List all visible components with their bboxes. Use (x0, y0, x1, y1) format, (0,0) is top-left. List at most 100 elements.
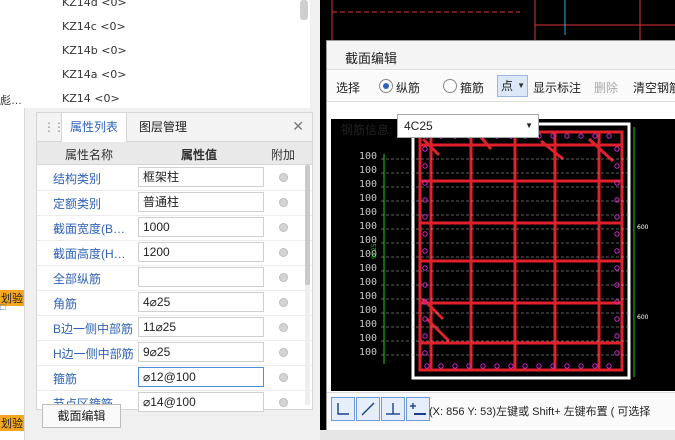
property-row[interactable]: B边一侧中部筋 11⌀25 (37, 315, 312, 341)
add-point-tool-icon[interactable] (406, 397, 430, 421)
stirrup-label: 箍筋 (460, 81, 485, 95)
dialog-toolbar: 选择 纵筋 箍筋 点▼ 显示标注 删除 清空钢筋 (327, 71, 675, 102)
right-dimension-top: 600 (637, 224, 649, 231)
property-row[interactable]: 截面高度(H… 1200 (37, 240, 312, 266)
left-fragment-text: 彪… (0, 95, 22, 107)
col-header-extra: 附加 (271, 148, 296, 162)
property-value-field[interactable]: 1000 (138, 217, 264, 237)
chevron-down-icon: ▼ (517, 81, 525, 90)
scroll-thumb[interactable] (305, 165, 310, 285)
coordinate-hint: (X: 856 Y: 53)左键或 Shift+ 左键布置 ( 可选择 (429, 406, 651, 418)
property-name: 全部纵筋 (53, 272, 102, 286)
attach-checkbox[interactable] (279, 273, 288, 282)
panel-tabs: ⋮⋮ 属性列表 图层管理 ✕ (37, 113, 312, 142)
property-scrollbar[interactable] (305, 165, 310, 405)
left-dimension-label: 100 (359, 151, 377, 162)
side-dimension-label: 9C25 (371, 243, 378, 259)
attach-checkbox[interactable] (279, 198, 288, 207)
left-dimension-label: 100 (359, 291, 377, 302)
section-canvas[interactable]: 1001001001001001001001001001001001001001… (331, 119, 675, 391)
tree-scrollbar[interactable] (300, 0, 308, 20)
property-name: 截面宽度(B… (53, 222, 126, 236)
attach-checkbox[interactable] (279, 248, 288, 257)
left-fragment-badge-2[interactable]: 划验 (0, 415, 24, 431)
property-value-field[interactable] (138, 267, 264, 287)
property-row[interactable]: 角筋 4⌀25 (37, 290, 312, 316)
rebar-info-value: 4C25 (404, 119, 433, 133)
property-value-field[interactable]: ⌀14@100 (138, 392, 264, 412)
left-dimension-label: 100 (359, 305, 377, 316)
perpendicular-tool-icon[interactable] (381, 397, 405, 421)
right-dimension-bottom: 600 (637, 314, 649, 321)
property-value-field[interactable]: ⌀12@100 (138, 367, 264, 387)
component-tree: KZ14d <0> KZ14c <0> KZ14b <0> KZ14a <0> … (24, 0, 310, 108)
left-dimension-label: 100 (359, 277, 377, 288)
attach-checkbox[interactable] (279, 398, 288, 407)
stirrup-radio[interactable] (443, 79, 457, 93)
attach-checkbox[interactable] (279, 173, 288, 182)
show-labels-button[interactable]: 显示标注 (533, 79, 581, 96)
property-name: 截面高度(H… (53, 247, 126, 261)
property-name: H边一侧中部筋 (53, 347, 134, 361)
col-header-name: 属性名称 (65, 148, 114, 162)
dialog-title-bar[interactable]: 截面编辑 (327, 41, 675, 70)
property-value-field[interactable]: 普通柱 (138, 192, 264, 212)
delete-button[interactable]: 删除 (594, 79, 618, 96)
property-row[interactable]: 结构类别 框架柱 (37, 165, 312, 191)
attach-checkbox[interactable] (279, 373, 288, 382)
property-panel: ⋮⋮ 属性列表 图层管理 ✕ 属性名称 属性值 附加 结构类别 框架柱定额类别 普通… (36, 112, 313, 416)
left-dimension-label: 100 (359, 207, 377, 218)
property-value-field[interactable]: 9⌀25 (138, 342, 264, 362)
left-dimension-label: 100 (359, 179, 377, 190)
property-name: B边一侧中部筋 (53, 322, 134, 336)
drawing-toolbar: (X: 856 Y: 53)左键或 Shift+ 左键布置 ( 可选择 (327, 392, 675, 427)
left-dimension-label: 100 (359, 193, 377, 204)
attach-checkbox[interactable] (279, 323, 288, 332)
point-mode-dropdown[interactable]: 点 ▼ (497, 75, 528, 97)
line-tool-icon[interactable] (356, 397, 380, 421)
property-value-field[interactable]: 框架柱 (138, 167, 264, 187)
tree-item[interactable]: KZ14c <0> (62, 20, 126, 33)
dialog-title: 截面编辑 (345, 51, 398, 66)
attach-checkbox[interactable] (279, 348, 288, 357)
left-sidebar-sliver: 彪… 划验 □ 划验 (0, 0, 25, 440)
tree-item[interactable]: KZ14d <0> (62, 0, 127, 9)
corner-tool-icon[interactable] (331, 397, 355, 421)
attach-checkbox[interactable] (279, 298, 288, 307)
property-value-field[interactable]: 1200 (138, 242, 264, 262)
property-value-field[interactable]: 4⌀25 (138, 292, 264, 312)
property-table-header: 属性名称 属性值 附加 (37, 142, 312, 165)
left-fragment-mark: □ (0, 302, 6, 312)
property-row[interactable]: H边一侧中部筋 9⌀25 (37, 340, 312, 366)
property-name: 结构类别 (53, 172, 102, 186)
property-row[interactable]: 箍筋 ⌀12@100 (37, 365, 312, 391)
clear-rebar-button[interactable]: 清空钢筋 (633, 79, 675, 96)
select-button[interactable]: 选择 (336, 79, 360, 96)
tree-item[interactable]: KZ14 <0> (62, 92, 120, 105)
property-row[interactable]: 截面宽度(B… 1000 (37, 215, 312, 241)
close-icon[interactable]: ✕ (292, 118, 304, 135)
section-edit-dialog: 截面编辑 选择 纵筋 箍筋 点▼ 显示标注 删除 清空钢筋 1001001001… (326, 40, 675, 432)
chevron-down-icon: ▼ (525, 121, 533, 130)
property-row[interactable]: 全部纵筋 (37, 265, 312, 291)
rebar-info-dropdown[interactable]: 4C25 ▼ (397, 114, 539, 138)
left-dimension-label: 100 (359, 347, 377, 358)
bottom-toolbar-strip (320, 430, 675, 440)
property-value-field[interactable]: 11⌀25 (138, 317, 264, 337)
tree-item[interactable]: KZ14b <0> (62, 44, 127, 57)
tab-layer-management[interactable]: 图层管理 (131, 113, 195, 141)
left-dimension-label: 100 (359, 319, 377, 330)
property-name: 箍筋 (53, 372, 78, 386)
property-row[interactable]: 定额类别 普通柱 (37, 190, 312, 216)
tree-item[interactable]: KZ14a <0> (62, 68, 126, 81)
tab-property-list[interactable]: 属性列表 (61, 113, 128, 142)
left-dimension-label: 100 (359, 333, 377, 344)
longitudinal-label: 纵筋 (396, 81, 421, 95)
drag-handle-icon[interactable]: ⋮⋮ (43, 120, 65, 134)
point-mode-value: 点 (501, 79, 514, 93)
attach-checkbox[interactable] (279, 223, 288, 232)
property-name: 定额类别 (53, 197, 102, 211)
section-edit-button[interactable]: 截面编辑 (42, 404, 121, 428)
col-header-value: 属性值 (181, 148, 218, 162)
longitudinal-radio[interactable] (379, 79, 393, 93)
